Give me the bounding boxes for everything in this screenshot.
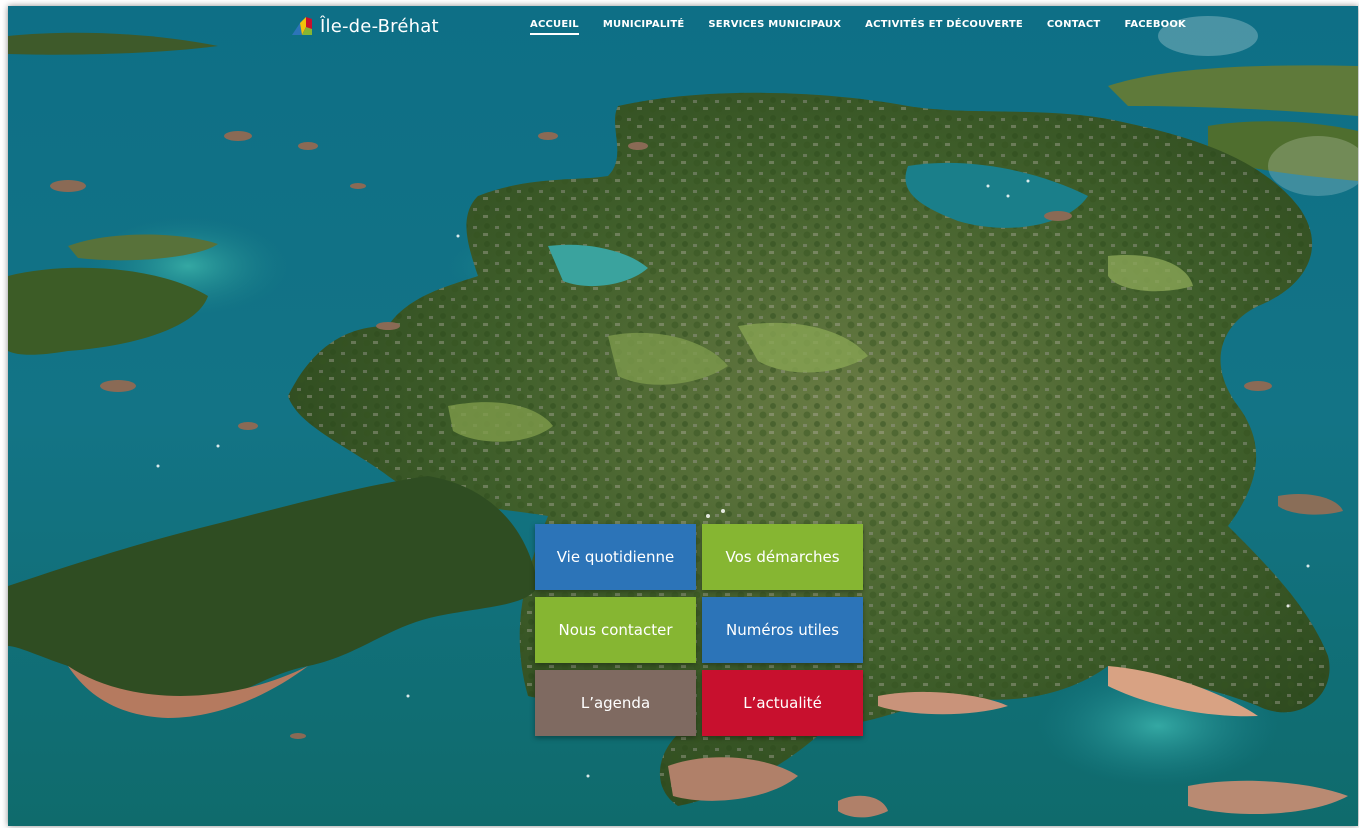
tile-vie-quotidienne[interactable]: Vie quotidienne	[535, 524, 696, 590]
nav-item-contact[interactable]: CONTACT	[1035, 17, 1113, 37]
page-frame: Île-de-Bréhat ACCUEIL MUNICIPALITÉ SERVI…	[8, 6, 1358, 826]
island-flag-logo-icon	[292, 17, 312, 35]
tile-vos-demarches[interactable]: Vos démarches	[702, 524, 863, 590]
site-logo[interactable]: Île-de-Bréhat	[292, 14, 439, 38]
site-name: Île-de-Bréhat	[320, 15, 439, 37]
site-header: Île-de-Bréhat ACCUEIL MUNICIPALITÉ SERVI…	[8, 6, 1358, 46]
nav-item-facebook[interactable]: FACEBOOK	[1112, 17, 1198, 37]
nav-item-municipalite[interactable]: MUNICIPALITÉ	[591, 17, 697, 37]
main-nav: ACCUEIL MUNICIPALITÉ SERVICES MUNICIPAUX…	[518, 17, 1198, 37]
tile-actualite[interactable]: L’actualité	[702, 670, 863, 736]
nav-item-accueil[interactable]: ACCUEIL	[518, 17, 591, 37]
tile-nous-contacter[interactable]: Nous contacter	[535, 597, 696, 663]
nav-item-services-municipaux[interactable]: SERVICES MUNICIPAUX	[696, 17, 853, 37]
tile-numeros-utiles[interactable]: Numéros utiles	[702, 597, 863, 663]
nav-item-activites-et-decouverte[interactable]: ACTIVITÉS ET DÉCOUVERTE	[853, 17, 1035, 37]
tile-agenda[interactable]: L’agenda	[535, 670, 696, 736]
quick-access-tiles: Vie quotidienne Vos démarches Nous conta…	[535, 524, 865, 740]
